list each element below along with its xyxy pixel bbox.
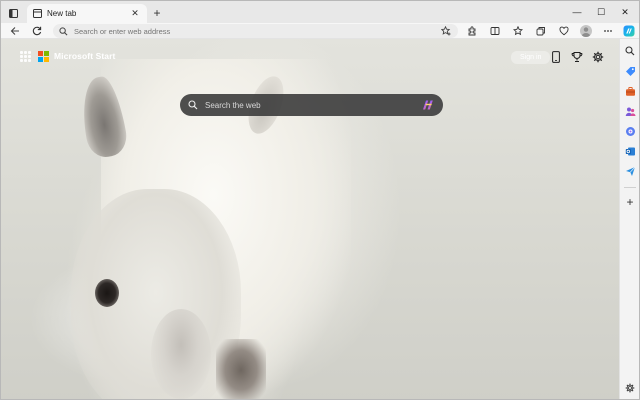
people-icon: [625, 107, 635, 116]
phone-button[interactable]: [550, 51, 562, 63]
tab-actions-button[interactable]: [5, 5, 21, 21]
sidebar-divider: [624, 187, 636, 188]
copilot-icon: [625, 126, 635, 136]
sidebar-shopping-button[interactable]: [623, 64, 637, 78]
microsoft-logo-icon: [38, 51, 49, 62]
sidebar-tools-button[interactable]: [623, 84, 637, 98]
refresh-button[interactable]: [30, 24, 44, 38]
send-icon: [625, 166, 635, 176]
gear-icon: [592, 51, 604, 63]
favorite-button[interactable]: [440, 25, 452, 37]
address-input[interactable]: [74, 26, 434, 36]
profile-avatar[interactable]: [580, 25, 592, 37]
page-settings-icons: [550, 51, 604, 63]
split-screen-icon: [490, 27, 500, 35]
sidebar-settings-button[interactable]: [623, 381, 637, 395]
tab-actions-icon: [8, 8, 18, 18]
person-icon: [581, 27, 591, 37]
phone-icon: [552, 51, 560, 63]
background-horse-muzzle: [151, 309, 211, 399]
gear-icon: [625, 383, 635, 393]
heart-pulse-icon: [559, 26, 569, 36]
outlook-icon: [625, 147, 635, 155]
background-horse-eye: [95, 279, 119, 307]
extensions-button[interactable]: [465, 24, 479, 38]
grid-dot: [28, 55, 31, 58]
minimize-button[interactable]: —: [565, 1, 589, 23]
title-bar: New tab ✕ + — ☐ ✕: [1, 1, 639, 23]
brand-name[interactable]: Microsoft Start: [54, 51, 115, 61]
address-bar[interactable]: [53, 24, 458, 38]
logo-yellow: [44, 57, 49, 62]
search-icon: [188, 100, 198, 110]
logo-blue: [38, 57, 43, 62]
briefcase-icon: [625, 86, 635, 96]
app-launcher-button[interactable]: [20, 51, 31, 62]
more-dots-icon: [604, 30, 612, 32]
sidebar-search-button[interactable]: [623, 44, 637, 58]
grid-dot: [20, 51, 23, 54]
copilot-icon[interactable]: [421, 98, 435, 112]
grid-dot: [20, 55, 23, 58]
more-menu-button[interactable]: [601, 24, 615, 38]
back-button[interactable]: [8, 24, 22, 38]
rewards-button[interactable]: [571, 51, 583, 63]
grid-dot: [28, 51, 31, 54]
toolbar: [1, 23, 639, 39]
tag-icon: [625, 66, 635, 76]
trophy-icon: [571, 52, 583, 62]
sidebar: +: [619, 39, 639, 399]
grid-dot: [28, 59, 31, 62]
sign-in-button[interactable]: Sign in: [511, 51, 551, 64]
logo-green: [44, 51, 49, 56]
back-arrow-icon: [10, 27, 19, 35]
grid-dot: [20, 59, 23, 62]
maximize-button[interactable]: ☐: [589, 1, 613, 23]
grid-dot: [24, 55, 27, 58]
web-search-box[interactable]: [180, 94, 443, 116]
browser-essentials-button[interactable]: [557, 24, 571, 38]
sidebar-copilot-button[interactable]: [623, 124, 637, 138]
favorites-star-icon: [513, 26, 523, 36]
grid-dot: [24, 51, 27, 54]
logo-red: [38, 51, 43, 56]
copilot-button[interactable]: [622, 24, 636, 38]
tab-title: New tab: [47, 9, 77, 18]
page-settings-button[interactable]: [592, 51, 604, 63]
window-controls: — ☐ ✕: [565, 1, 637, 23]
puzzle-icon: [468, 26, 476, 36]
search-icon: [59, 26, 68, 35]
sidebar-drop-button[interactable]: [623, 164, 637, 178]
refresh-icon: [32, 26, 42, 36]
search-icon: [625, 46, 635, 56]
split-screen-button[interactable]: [488, 24, 502, 38]
newtab-page-icon: [33, 9, 42, 18]
collections-button[interactable]: [534, 24, 548, 38]
tab-close-button[interactable]: ✕: [129, 8, 141, 20]
tab-new-tab[interactable]: New tab ✕: [27, 4, 147, 23]
copilot-icon: [623, 25, 635, 37]
grid-dot: [24, 59, 27, 62]
star-add-icon: [441, 26, 451, 36]
favorites-button[interactable]: [511, 24, 525, 38]
sidebar-outlook-button[interactable]: [623, 144, 637, 158]
newtab-page: Microsoft Start Sign in: [1, 39, 619, 399]
collections-icon: [536, 27, 545, 36]
background-dark-mane: [216, 339, 266, 399]
browser-window: New tab ✕ + — ☐ ✕ Search or enter web ad…: [0, 0, 640, 400]
new-tab-button[interactable]: +: [150, 6, 164, 20]
web-search-input[interactable]: [205, 100, 414, 110]
sidebar-games-button[interactable]: [623, 104, 637, 118]
sidebar-add-button[interactable]: +: [623, 195, 637, 209]
close-window-button[interactable]: ✕: [613, 1, 637, 23]
toolbar-icons: [465, 24, 615, 38]
